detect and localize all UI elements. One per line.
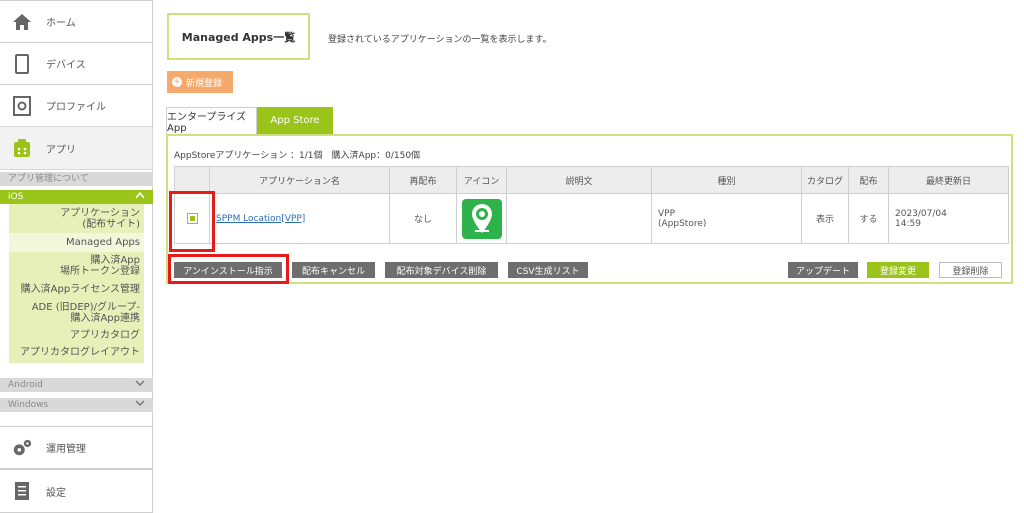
windows-section-header[interactable]: Windows: [0, 398, 153, 412]
csv-list-button[interactable]: CSV生成リスト: [508, 262, 588, 278]
device-icon: [12, 53, 32, 74]
col-select: [174, 166, 210, 194]
chevron-down-icon: [135, 378, 145, 392]
col-last-updated: 最終更新日: [888, 166, 1009, 194]
kind-line2: (AppStore): [658, 218, 707, 229]
delete-target-devices-button[interactable]: 配布対象デバイス削除: [385, 262, 498, 278]
sub-item-app-catalog[interactable]: アプリカタログ: [9, 327, 144, 344]
nav-profile-label: プロファイル: [46, 102, 106, 113]
nav-settings-label: 設定: [46, 487, 66, 499]
nav-device[interactable]: デバイス: [0, 42, 153, 85]
nav-profile[interactable]: プロファイル: [0, 84, 153, 127]
kind-cell: VPP (AppStore): [651, 193, 802, 244]
nav-device-label: デバイス: [46, 60, 86, 71]
delete-registration-button[interactable]: 登録削除: [939, 262, 1002, 278]
page-description: 登録されているアプリケーションの一覧を表示します。: [328, 35, 552, 45]
app-count-text: AppStoreアプリケーション ：1/1個 購入済App：0/150個: [174, 151, 421, 161]
page-title: Managed Apps一覧: [167, 13, 310, 60]
redistribute-cell: なし: [389, 193, 457, 244]
sub-item-ade-link[interactable]: ADE (旧DEP)/グループ- 購入済App連携: [9, 299, 144, 327]
sub-item-app-distribution[interactable]: アプリケーション (配布サイト): [9, 204, 144, 233]
sub-item-managed-apps[interactable]: Managed Apps: [9, 233, 144, 252]
nav-settings[interactable]: 設定: [0, 469, 153, 513]
nav-home[interactable]: ホーム: [0, 0, 153, 43]
nav-operations[interactable]: 運用管理: [0, 426, 153, 469]
col-kind: 種別: [651, 166, 802, 194]
sub-item-vpp-token[interactable]: 購入済App 場所トークン登録: [9, 252, 144, 280]
app-mgmt-header[interactable]: アプリ管理について: [0, 172, 153, 186]
profile-icon: [12, 95, 32, 116]
app-icon-cell: [456, 193, 507, 244]
location-pin-icon: [461, 198, 502, 239]
nav-home-label: ホーム: [46, 18, 76, 29]
updated-date: 2023/07/04: [895, 208, 947, 219]
app-icon: [12, 138, 32, 158]
chevron-down-icon: [135, 398, 145, 412]
sidebar: ホーム デバイス プロファイル アプリ アプリ管理について iOS アプリケーシ…: [0, 0, 153, 513]
last-updated-cell: 2023/07/04 14:59: [888, 193, 1009, 244]
table-header-row: アプリケーション名 再配布 アイコン 説明文 種別 カタログ 配布 最終更新日: [174, 166, 1009, 194]
col-app-name: アプリケーション名: [209, 166, 390, 194]
windows-label: Windows: [8, 400, 49, 410]
tab-app-store[interactable]: App Store: [257, 107, 333, 134]
ios-label: iOS: [8, 192, 24, 202]
edit-registration-button[interactable]: 登録変更: [867, 262, 929, 278]
app-table: アプリケーション名 再配布 アイコン 説明文 種別 カタログ 配布 最終更新日 …: [174, 166, 1009, 244]
app-name-cell: SPPM Location[VPP]: [209, 193, 390, 244]
ios-section-header[interactable]: iOS: [0, 190, 153, 204]
col-distribute: 配布: [848, 166, 889, 194]
android-section-header[interactable]: Android: [0, 378, 153, 392]
settings-doc-icon: [12, 481, 32, 501]
highlight-uninstall-box: [168, 254, 289, 284]
col-description: 説明文: [506, 166, 652, 194]
distribute-cell: する: [848, 193, 889, 244]
app-store-panel: AppStoreアプリケーション ：1/1個 購入済App：0/150個 アプリ…: [166, 134, 1013, 284]
nav-operations-label: 運用管理: [46, 444, 86, 455]
kind-line1: VPP: [658, 208, 676, 219]
sub-item-catalog-layout[interactable]: アプリカタログレイアウト: [9, 344, 144, 363]
gears-icon: [12, 438, 32, 458]
description-cell: [506, 193, 652, 244]
new-register-button[interactable]: + 新規登録: [167, 71, 233, 93]
tab-enterprise-app[interactable]: エンタープライズApp: [166, 107, 257, 134]
table-row: SPPM Location[VPP] なし VPP (AppStore) 表示 …: [174, 193, 1009, 244]
home-icon: [12, 12, 32, 32]
updated-time: 14:59: [895, 218, 921, 229]
new-register-label: 新規登録: [186, 78, 223, 89]
highlight-checkbox-box: [169, 191, 215, 252]
catalog-cell: 表示: [801, 193, 849, 244]
col-redistribute: 再配布: [389, 166, 457, 194]
col-icon: アイコン: [456, 166, 507, 194]
cancel-distribution-button[interactable]: 配布キャンセル: [292, 262, 375, 278]
plus-icon: +: [172, 77, 182, 87]
ios-sub-menu: アプリケーション (配布サイト) Managed Apps 購入済App 場所ト…: [9, 204, 144, 363]
sub-item-vpp-license[interactable]: 購入済Appライセンス管理: [9, 280, 144, 299]
chevron-up-icon: [135, 190, 145, 204]
update-button[interactable]: アップデート: [788, 262, 858, 278]
nav-app[interactable]: アプリ: [0, 126, 153, 170]
app-name-link[interactable]: SPPM Location[VPP]: [216, 214, 305, 224]
nav-app-label: アプリ: [46, 144, 76, 156]
android-label: Android: [8, 380, 43, 390]
col-catalog: カタログ: [801, 166, 849, 194]
